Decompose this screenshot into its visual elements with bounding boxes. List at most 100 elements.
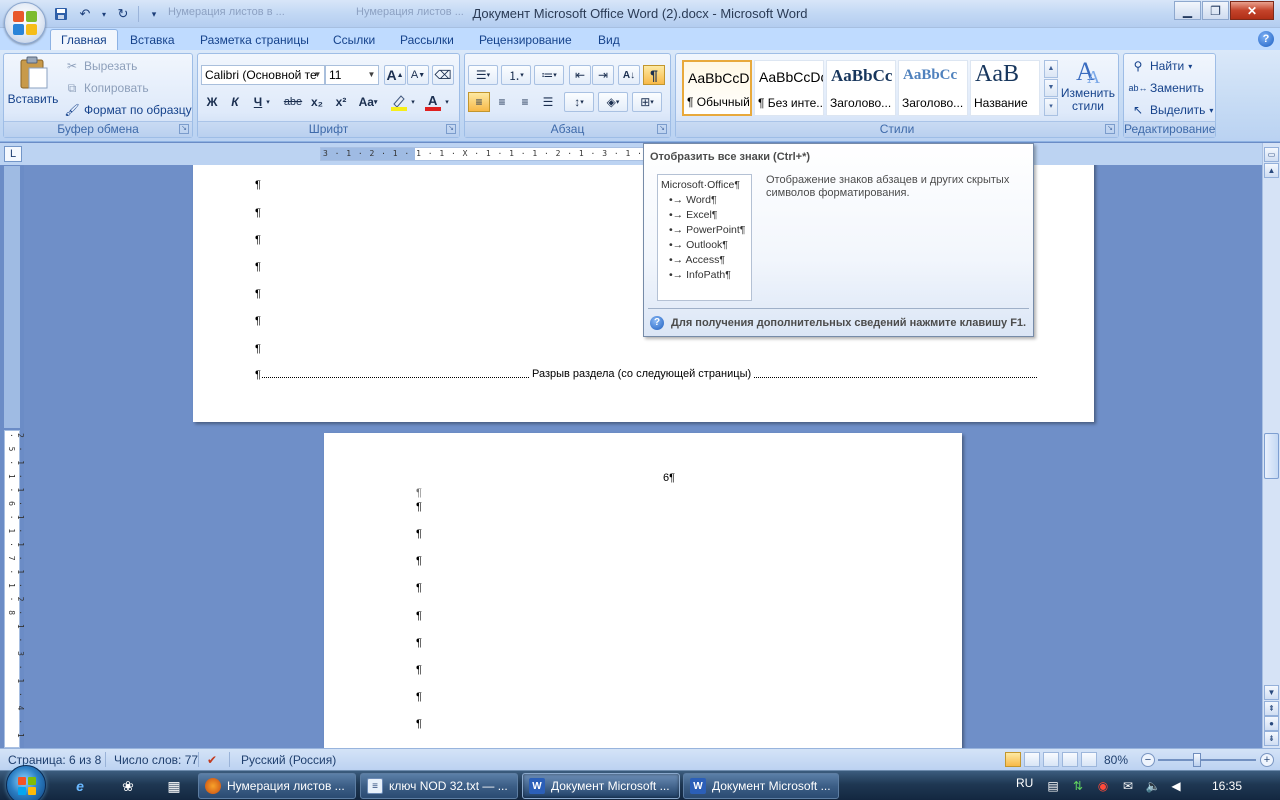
tab-view[interactable]: Вид: [598, 31, 620, 50]
clipboard-dialog-launcher[interactable]: ↘: [179, 124, 189, 134]
superscript-button[interactable]: x²: [330, 92, 352, 112]
font-color-dropdown-icon[interactable]: ▾: [442, 92, 452, 112]
expand-gallery-icon[interactable]: ▾: [1044, 98, 1058, 116]
print-layout-view-icon[interactable]: [1005, 752, 1021, 767]
proofing-icon[interactable]: ✔: [207, 753, 217, 767]
zoom-out-button[interactable]: −: [1141, 753, 1155, 767]
outline-view-icon[interactable]: [1062, 752, 1078, 767]
internet-explorer-icon[interactable]: e: [70, 776, 90, 796]
multilevel-list-button[interactable]: ≔ ▾: [534, 65, 564, 85]
change-case-button[interactable]: Aa ▾: [355, 92, 381, 112]
vertical-scrollbar[interactable]: ▭ ▲ ▼ ⇞ ● ⇟: [1262, 143, 1280, 748]
style-heading-2[interactable]: AaBbCc Заголово...: [898, 60, 968, 116]
scroll-down-icon[interactable]: ▼: [1044, 79, 1058, 97]
select-button[interactable]: ↖ Выделить ▾: [1130, 102, 1213, 118]
taskbar-item-notepad[interactable]: ≡ ключ NOD 32.txt — ...: [360, 773, 518, 799]
paste-button[interactable]: Вставить: [8, 56, 58, 118]
web-layout-view-icon[interactable]: [1043, 752, 1059, 767]
tab-page-layout[interactable]: Разметка страницы: [200, 31, 309, 50]
style-title[interactable]: AaB Название: [970, 60, 1040, 116]
quick-launch-app-icon[interactable]: ❀: [118, 776, 138, 796]
close-button[interactable]: ✕: [1230, 1, 1274, 20]
tab-insert[interactable]: Вставка: [130, 31, 175, 50]
underline-dropdown-icon[interactable]: ▾: [263, 92, 273, 112]
clock[interactable]: 16:35: [1212, 779, 1242, 793]
tab-home[interactable]: Главная: [50, 29, 118, 50]
font-color-button[interactable]: A: [422, 92, 444, 112]
tab-review[interactable]: Рецензирование: [479, 31, 572, 50]
highlight-button[interactable]: [388, 92, 410, 112]
zoom-level[interactable]: 80%: [1104, 753, 1128, 767]
line-spacing-button[interactable]: ↕ ▾: [564, 92, 594, 112]
minimize-button[interactable]: ▁: [1174, 1, 1201, 20]
show-desktop-icon[interactable]: ▦: [164, 776, 184, 796]
replace-button[interactable]: ab↔ Заменить: [1129, 80, 1204, 96]
align-right-button[interactable]: ≡: [514, 92, 536, 112]
language-bar[interactable]: RU: [1016, 776, 1033, 790]
vertical-ruler[interactable]: 2 · 1 · 1 · 1 · 1 · 1 · 2 · 1 · 3 · 1 · …: [4, 430, 25, 748]
scroll-up-button[interactable]: ▲: [1264, 163, 1279, 178]
find-button[interactable]: ⚲ Найти ▾: [1130, 58, 1193, 74]
style-no-spacing[interactable]: AaBbCcDc ¶ Без инте...: [754, 60, 824, 116]
format-painter-button[interactable]: 🖌 Формат по образцу: [64, 102, 191, 118]
tab-references[interactable]: Ссылки: [333, 31, 375, 50]
antivirus-tray-icon[interactable]: ◉: [1095, 778, 1111, 794]
zoom-slider-track[interactable]: [1158, 759, 1256, 761]
network-tray-icon[interactable]: ▤: [1045, 778, 1061, 794]
styles-dialog-launcher[interactable]: ↘: [1105, 124, 1115, 134]
restore-button[interactable]: ❐: [1202, 1, 1229, 20]
scroll-thumb[interactable]: [1264, 433, 1279, 479]
clear-formatting-button[interactable]: ⌫: [432, 65, 454, 85]
select-browse-object-button[interactable]: ●: [1264, 716, 1279, 731]
taskbar-item-word[interactable]: W Документ Microsoft ...: [683, 773, 839, 799]
copy-button[interactable]: ⧉ Копировать: [64, 80, 149, 96]
tab-mailings[interactable]: Рассылки: [400, 31, 454, 50]
scroll-up-icon[interactable]: ▲: [1044, 60, 1058, 78]
start-button[interactable]: [6, 765, 46, 800]
shading-button[interactable]: ◈ ▾: [598, 92, 628, 112]
volume-tray-icon[interactable]: ◀: [1168, 778, 1184, 794]
borders-button[interactable]: ⊞ ▾: [632, 92, 662, 112]
font-dialog-launcher[interactable]: ↘: [446, 124, 456, 134]
full-screen-reading-view-icon[interactable]: [1024, 752, 1040, 767]
messenger-tray-icon[interactable]: ✉: [1120, 778, 1136, 794]
word-count[interactable]: Число слов: 77: [114, 753, 198, 767]
sort-button[interactable]: A↓: [618, 65, 640, 85]
bold-button[interactable]: Ж: [201, 92, 223, 112]
font-family-select[interactable]: Calibri (Основной те ▼: [201, 65, 325, 85]
bullets-button[interactable]: ☰ ▾: [468, 65, 498, 85]
align-left-button[interactable]: ≡: [468, 92, 490, 112]
change-styles-button[interactable]: A A Изменить стили: [1060, 56, 1116, 113]
office-button[interactable]: [4, 2, 46, 44]
update-tray-icon[interactable]: ⇅: [1070, 778, 1086, 794]
decrease-indent-button[interactable]: ⇤: [569, 65, 591, 85]
cut-button[interactable]: ✂ Вырезать: [64, 58, 137, 74]
sound-tray-icon[interactable]: 🔈: [1145, 778, 1161, 794]
style-heading-1[interactable]: AaBbCc Заголово...: [826, 60, 896, 116]
draft-view-icon[interactable]: [1081, 752, 1097, 767]
next-page-button[interactable]: ⇟: [1264, 731, 1279, 746]
numbering-button[interactable]: ⒈ ▾: [501, 65, 531, 85]
taskbar-item-word[interactable]: W Документ Microsoft ...: [522, 773, 680, 799]
subscript-button[interactable]: x₂: [306, 92, 328, 112]
tab-selector-button[interactable]: L: [4, 146, 22, 162]
italic-button[interactable]: К: [224, 92, 246, 112]
scroll-down-button[interactable]: ▼: [1264, 685, 1279, 700]
page[interactable]: 6¶ ¶ ¶ ¶ ¶ ¶ ¶ ¶ ¶ ¶ ¶: [324, 433, 962, 748]
font-size-select[interactable]: 11 ▼: [325, 65, 379, 85]
language-indicator[interactable]: Русский (Россия): [241, 753, 336, 767]
shrink-font-button[interactable]: A ▼: [407, 65, 429, 85]
style-normal[interactable]: AaBbCcDc ¶ Обычный: [682, 60, 752, 116]
highlight-dropdown-icon[interactable]: ▾: [408, 92, 418, 112]
grow-font-button[interactable]: A ▲: [384, 65, 406, 85]
zoom-in-button[interactable]: +: [1260, 753, 1274, 767]
justify-button[interactable]: ☰: [537, 92, 559, 112]
zoom-slider-thumb[interactable]: [1193, 753, 1201, 767]
taskbar-item-firefox[interactable]: Нумерация листов ...: [198, 773, 356, 799]
strikethrough-button[interactable]: abe: [282, 92, 304, 112]
previous-page-button[interactable]: ⇞: [1264, 701, 1279, 716]
increase-indent-button[interactable]: ⇥: [592, 65, 614, 85]
paragraph-dialog-launcher[interactable]: ↘: [657, 124, 667, 134]
help-icon[interactable]: ?: [1258, 31, 1274, 47]
align-center-button[interactable]: ≡: [491, 92, 513, 112]
